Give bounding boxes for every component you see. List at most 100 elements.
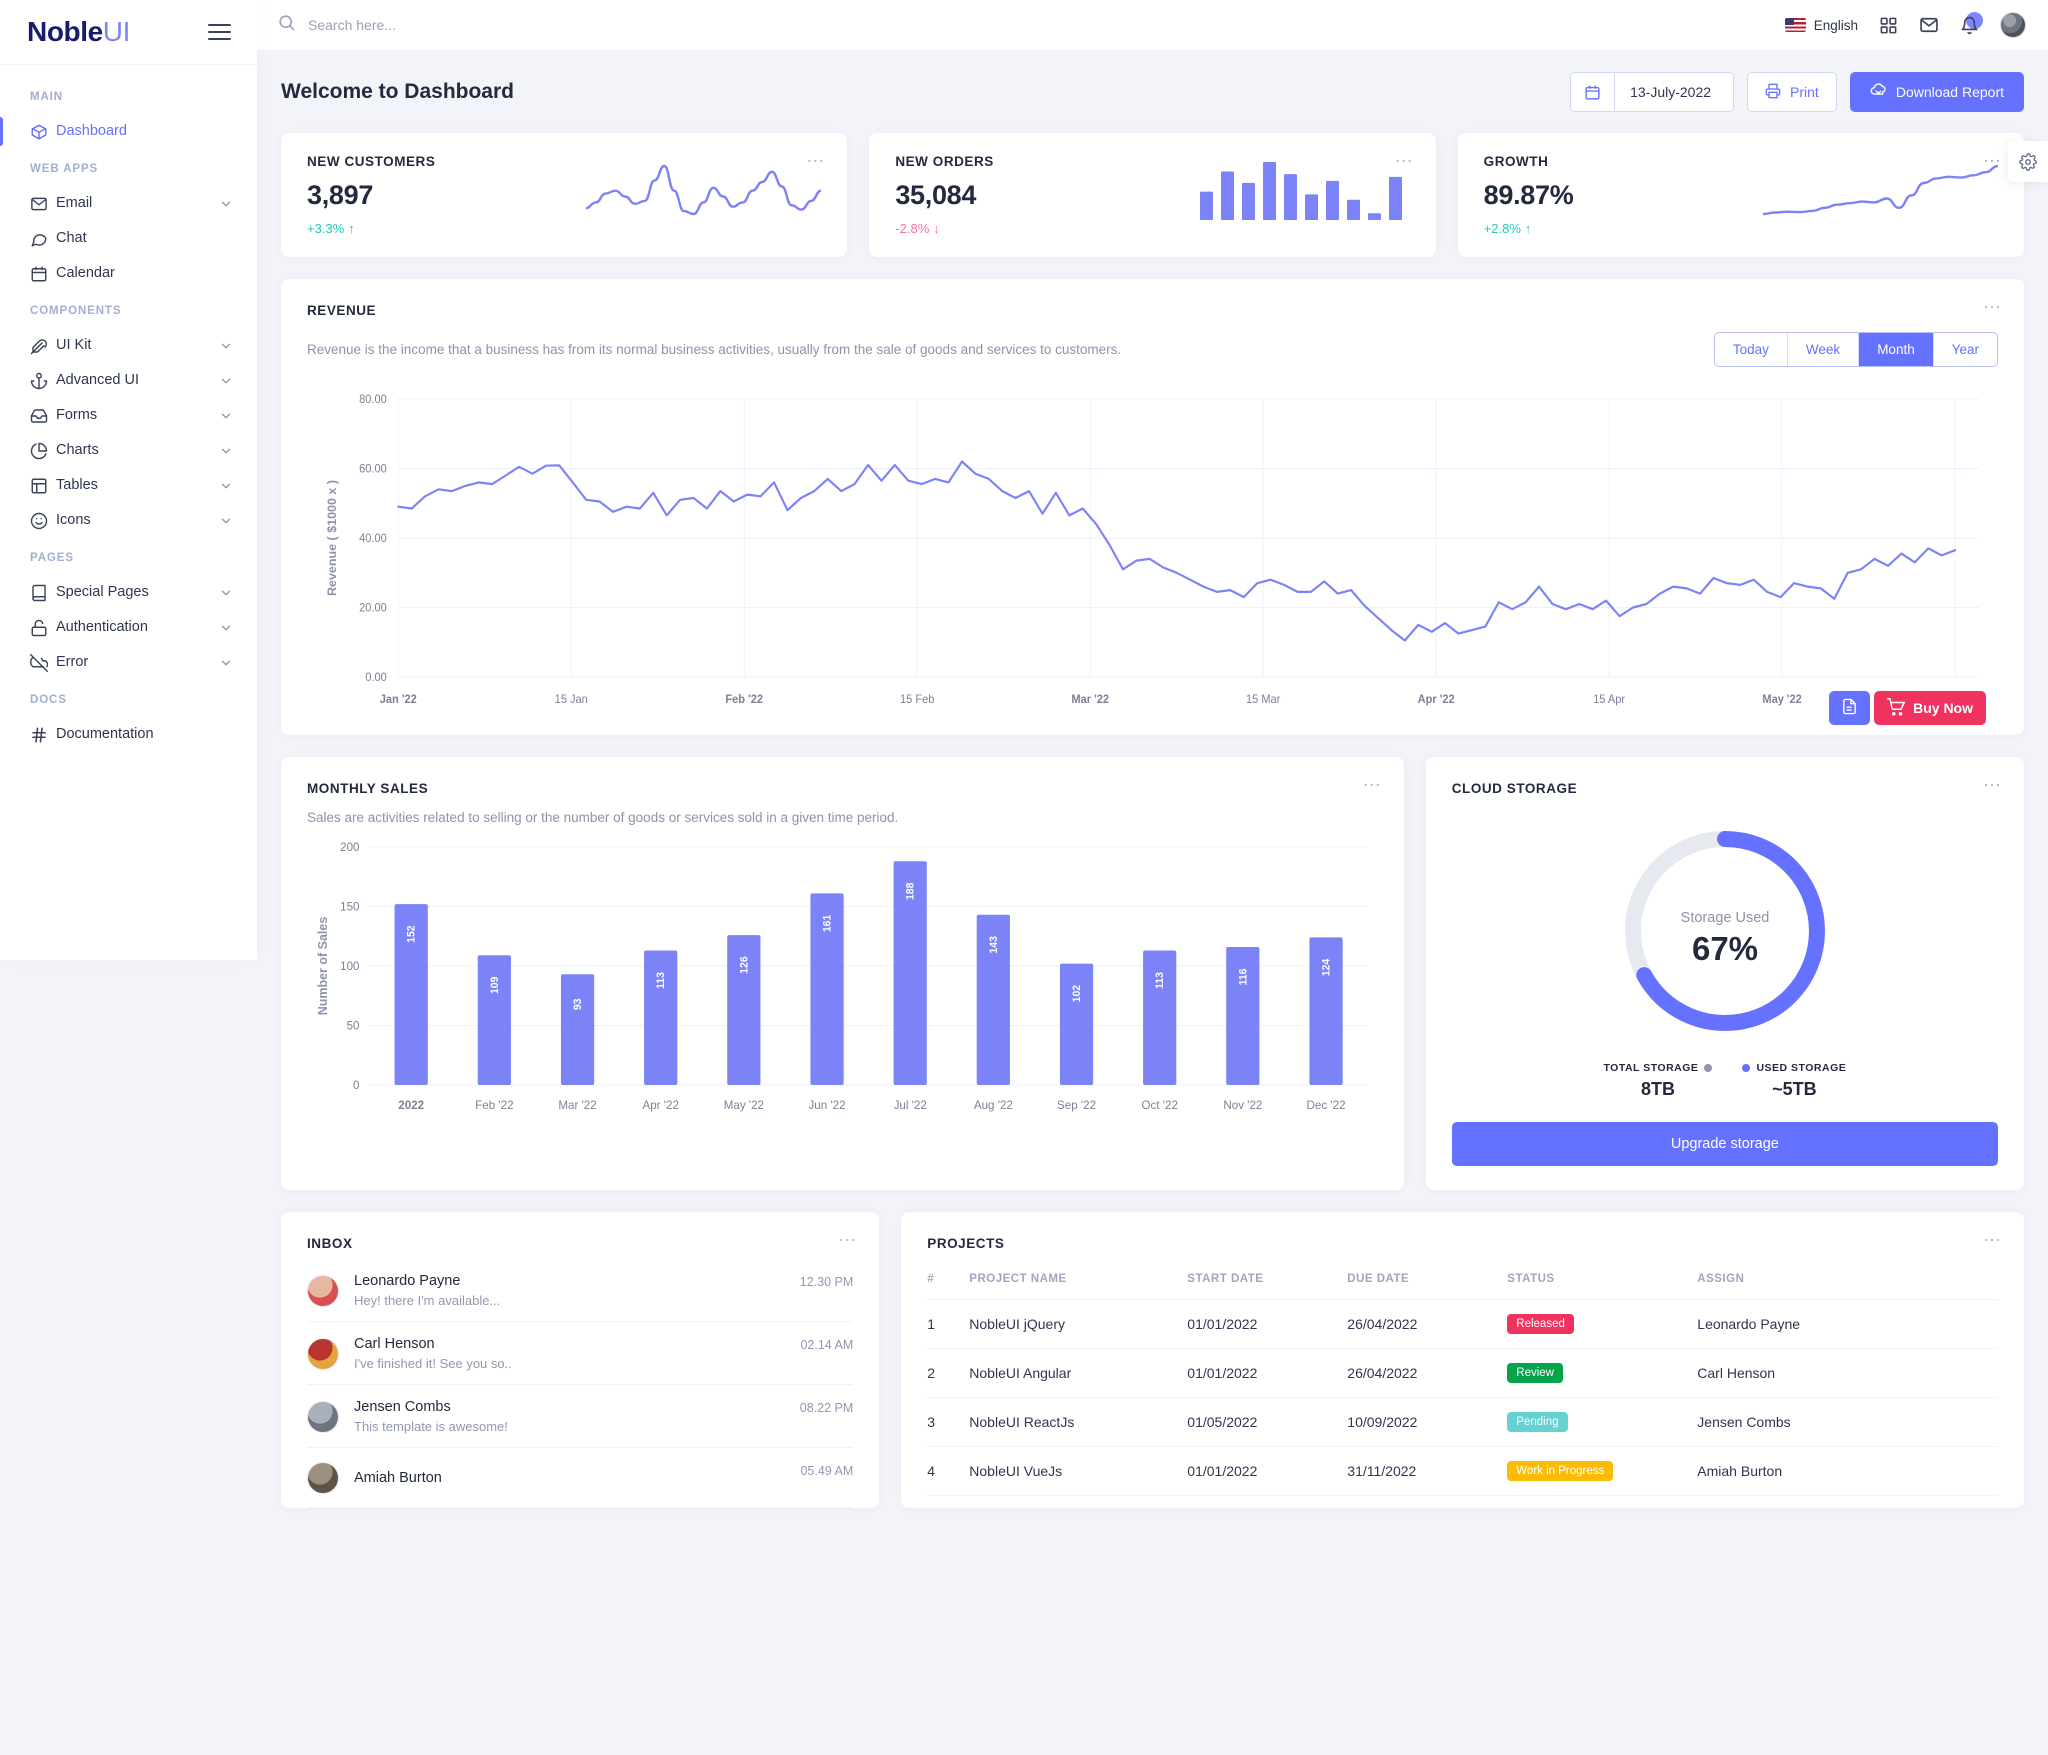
cloud-storage-title: CLOUD STORAGE (1451, 781, 1578, 796)
monthly-sales-menu-icon[interactable]: ⋯ (1363, 776, 1382, 794)
svg-text:0: 0 (353, 1080, 359, 1092)
stat-card-value: 89.87% (1483, 180, 1574, 210)
sidebar: NobleUI MAIN Dashboard WEB APPS Email Chat Ca… (0, 0, 257, 960)
stat-card-info: NEW ORDERS 35,084 -2.8% ↓ (895, 154, 994, 236)
project-name: NobleUI Angular (969, 1348, 1188, 1398)
download-report-button[interactable]: Download Report (1849, 72, 2024, 112)
revenue-card-menu-icon[interactable]: ⋯ (1983, 298, 2002, 316)
us-flag-icon (1784, 18, 1806, 32)
sidebar-item-email[interactable]: Email (0, 186, 257, 221)
stat-card-value: 35,084 (895, 180, 977, 210)
project-name: NobleUI jQuery (969, 1299, 1188, 1349)
stat-card-menu-icon[interactable]: ⋯ (1395, 152, 1414, 170)
svg-text:May '22: May '22 (724, 1100, 764, 1112)
page-content: Welcome to Dashboard 13-July-2022 Print … (257, 50, 2048, 1755)
svg-text:15 Feb: 15 Feb (900, 694, 934, 706)
grid-icon[interactable] (1879, 16, 1898, 35)
language-selector[interactable]: English (1784, 18, 1858, 33)
inbox-list: Leonardo Payne Hey! there I'm available..… (307, 1259, 854, 1508)
projects-table: # PROJECT NAME START DATE DUE DATE STATUS ASS… (927, 1263, 1998, 1496)
burger-line (208, 38, 231, 40)
search-input[interactable] (308, 17, 668, 33)
sidebar-item-tables[interactable]: Tables (0, 468, 257, 503)
brand-logo[interactable]: NobleUI (27, 16, 130, 48)
sidebar-item-documentation[interactable]: Documentation (0, 717, 257, 752)
sidebar-item-advanced-ui[interactable]: Advanced UI (0, 363, 257, 398)
sidebar-item-dashboard[interactable]: Dashboard (0, 114, 257, 149)
revenue-tab-month[interactable]: Month (1859, 333, 1934, 366)
anchor-icon (30, 372, 56, 390)
svg-text:124: 124 (1321, 959, 1333, 977)
inbox-list-item[interactable]: Jensen Combs This template is awesome! 08.… (307, 1385, 854, 1448)
sidebar-brand: NobleUI (0, 0, 257, 65)
sidebar-toggle-button[interactable] (208, 24, 231, 40)
sidebar-item-charts[interactable]: Charts (0, 433, 257, 468)
topbar-actions: English (1784, 11, 2026, 38)
revenue-tab-year[interactable]: Year (1934, 333, 1997, 366)
svg-text:Mar '22: Mar '22 (558, 1100, 596, 1112)
legend-value: ~5TB (1772, 1079, 1817, 1099)
sidebar-item-icons[interactable]: Icons (0, 503, 257, 538)
svg-text:Jun '22: Jun '22 (809, 1100, 846, 1112)
svg-text:161: 161 (822, 915, 834, 933)
table-row[interactable]: 4 NobleUI VueJs 01/01/2022 31/11/2022 Work i… (927, 1446, 1998, 1496)
gear-icon[interactable] (2008, 141, 2048, 182)
sidebar-item-calendar[interactable]: Calendar (0, 256, 257, 291)
sidebar-item-chat[interactable]: Chat (0, 221, 257, 256)
burger-line (208, 31, 231, 33)
stat-card-sparkline (1573, 158, 1998, 222)
mail-icon (30, 195, 56, 213)
stat-card-menu-icon[interactable]: ⋯ (806, 152, 825, 170)
svg-text:Sep '22: Sep '22 (1057, 1100, 1096, 1112)
sidebar-item-label: Email (56, 195, 93, 212)
inbox-list-item[interactable]: Amiah Burton 05.49 AM (307, 1448, 854, 1508)
cloud-storage-menu-icon[interactable]: ⋯ (1983, 776, 2002, 794)
svg-text:80.00: 80.00 (359, 394, 387, 406)
buy-now-label: Buy Now (1913, 700, 1973, 716)
svg-text:116: 116 (1237, 968, 1249, 985)
stat-card-title: NEW CUSTOMERS (307, 154, 436, 169)
sidebar-item-label: Icons (56, 512, 91, 529)
upgrade-storage-button[interactable]: Upgrade storage (1451, 1122, 1998, 1166)
calendar-icon (1571, 73, 1616, 111)
sidebar-item-special-pages[interactable]: Special Pages (0, 575, 257, 610)
bell-icon[interactable] (1960, 11, 1983, 35)
inbox-list-item[interactable]: Leonardo Payne Hey! there I'm available..… (307, 1259, 854, 1322)
sidebar-item-ui-kit[interactable]: UI Kit (0, 328, 257, 363)
sidebar-item-authentication[interactable]: Authentication (0, 610, 257, 645)
svg-text:Storage Used: Storage Used (1681, 910, 1770, 926)
avatar[interactable] (2000, 12, 2026, 38)
stat-card-menu-icon[interactable]: ⋯ (1983, 152, 2002, 170)
chevron-down-icon (219, 586, 233, 600)
print-label: Print (1790, 84, 1819, 100)
document-button[interactable] (1829, 691, 1871, 725)
chevron-down-icon (219, 656, 233, 670)
svg-text:Revenue ( $1000 x ): Revenue ( $1000 x ) (325, 480, 339, 596)
sidebar-item-forms[interactable]: Forms (0, 398, 257, 433)
revenue-chart: 0.00 20.00 40.00 60.00 80.00 Jan '22 15 Jan Feb… (307, 389, 1998, 725)
table-row[interactable]: 2 NobleUI Angular 01/01/2022 26/04/2022 Revi… (927, 1348, 1998, 1398)
inbox-item-text: Carl Henson I've finished it! See you so.… (354, 1336, 785, 1371)
table-row[interactable]: 1 NobleUI jQuery 01/01/2022 26/04/2022 Relea… (927, 1299, 1998, 1349)
page-title: Welcome to Dashboard (281, 80, 514, 103)
table-row[interactable]: 3 NobleUI ReactJs 01/05/2022 10/09/2022 Pend… (927, 1397, 1998, 1447)
inbox-menu-icon[interactable]: ⋯ (838, 1231, 857, 1249)
date-picker[interactable]: 13-July-2022 (1570, 72, 1735, 112)
sidebar-item-label: Chat (56, 230, 87, 247)
inbox-list-item[interactable]: Carl Henson I've finished it! See you so.… (307, 1322, 854, 1385)
svg-text:143: 143 (988, 936, 1000, 954)
project-assignee: Carl Henson (1697, 1348, 1998, 1398)
revenue-tab-week[interactable]: Week (1788, 333, 1860, 366)
trend-down-icon: ↓ (933, 221, 940, 236)
sidebar-item-error[interactable]: Error (0, 645, 257, 680)
svg-text:20.00: 20.00 (359, 602, 387, 614)
projects-menu-icon[interactable]: ⋯ (1983, 1231, 2002, 1249)
buy-now-button[interactable]: Buy Now (1874, 691, 1986, 725)
legend-value: 8TB (1640, 1079, 1675, 1099)
document-icon (1841, 698, 1858, 718)
inbox-timestamp: 08.22 PM (799, 1401, 854, 1415)
revenue-tab-today[interactable]: Today (1715, 333, 1788, 366)
print-button[interactable]: Print (1747, 72, 1837, 112)
envelope-icon[interactable] (1919, 15, 1939, 35)
stat-card-info: GROWTH 89.87% +2.8% ↑ (1484, 154, 1574, 236)
